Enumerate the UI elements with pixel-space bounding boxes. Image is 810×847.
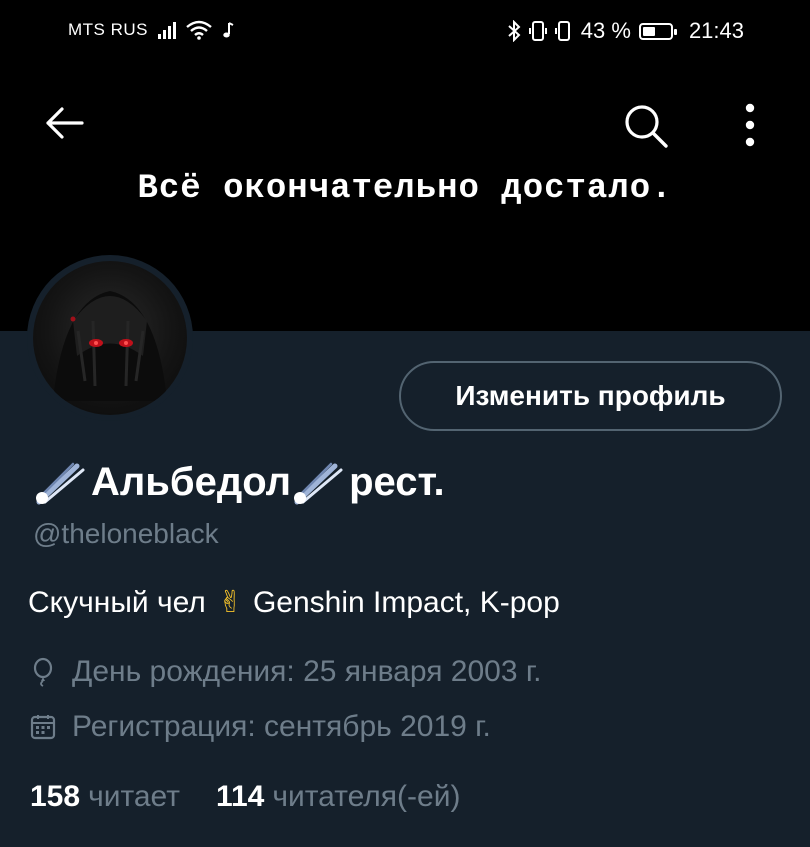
avatar-image bbox=[33, 261, 187, 415]
bio: Скучный чел ✌ Genshin Impact, K-pop bbox=[28, 585, 560, 620]
follow-stats: 158 читает 114 читателя(-ей) bbox=[30, 780, 460, 814]
username-handle: @theloneblack bbox=[33, 518, 219, 549]
back-arrow-icon[interactable] bbox=[42, 100, 88, 146]
followers-label: читателя(-ей) bbox=[272, 780, 461, 813]
following-label: читает bbox=[88, 780, 180, 813]
edit-profile-button[interactable]: Изменить профиль bbox=[399, 361, 782, 431]
followers-count: 114 bbox=[215, 780, 265, 813]
following-link[interactable]: 158 читает bbox=[30, 780, 180, 814]
joined-text: Регистрация: сентябрь 2019 г. bbox=[72, 710, 491, 743]
avatar[interactable] bbox=[27, 255, 193, 421]
following-count: 158 bbox=[30, 780, 81, 813]
status-right: 43 % 21:43 bbox=[507, 18, 744, 44]
signal-icon bbox=[158, 21, 176, 39]
followers-link[interactable]: 114 читателя(-ей) bbox=[216, 780, 460, 814]
joined-row: Регистрация: сентябрь 2019 г. bbox=[30, 710, 491, 744]
bluetooth-icon bbox=[508, 20, 521, 42]
bio-text-2: Genshin Impact, K-pop bbox=[252, 585, 560, 619]
vibrate-icon bbox=[528, 21, 547, 41]
victory-hand-emoji: ✌ bbox=[217, 586, 243, 619]
music-note-icon bbox=[223, 22, 234, 38]
comet-emoji-icon bbox=[294, 462, 343, 505]
avatar-picture bbox=[53, 291, 167, 401]
birthday-text: День рождения: 25 января 2003 г. bbox=[72, 655, 542, 688]
carrier-name: MTS RUS bbox=[68, 20, 148, 39]
display-name-part2: рест. bbox=[349, 459, 445, 504]
bio-text-1: Скучный чел bbox=[28, 585, 206, 619]
status-left: MTS RUS bbox=[68, 20, 234, 40]
wifi-icon bbox=[186, 20, 212, 40]
banner-text: Всё окончательно достало. bbox=[137, 170, 673, 208]
battery-icon bbox=[638, 22, 677, 40]
more-vertical-icon[interactable] bbox=[730, 100, 770, 150]
display-name: Альбедол рест. bbox=[33, 458, 445, 506]
calendar-icon bbox=[30, 715, 56, 740]
display-name-part1: Альбедол bbox=[91, 459, 292, 504]
comet-emoji-icon bbox=[36, 462, 85, 505]
status-bar: MTS RUS 43 % 21:43 bbox=[0, 0, 810, 62]
battery-percent: 43 % bbox=[580, 18, 631, 43]
clock-time: 21:43 bbox=[688, 18, 744, 43]
search-icon[interactable] bbox=[620, 100, 672, 152]
dnd-phone-icon bbox=[554, 21, 570, 41]
balloon-icon bbox=[33, 657, 53, 687]
birthday-row: День рождения: 25 января 2003 г. bbox=[30, 655, 541, 689]
